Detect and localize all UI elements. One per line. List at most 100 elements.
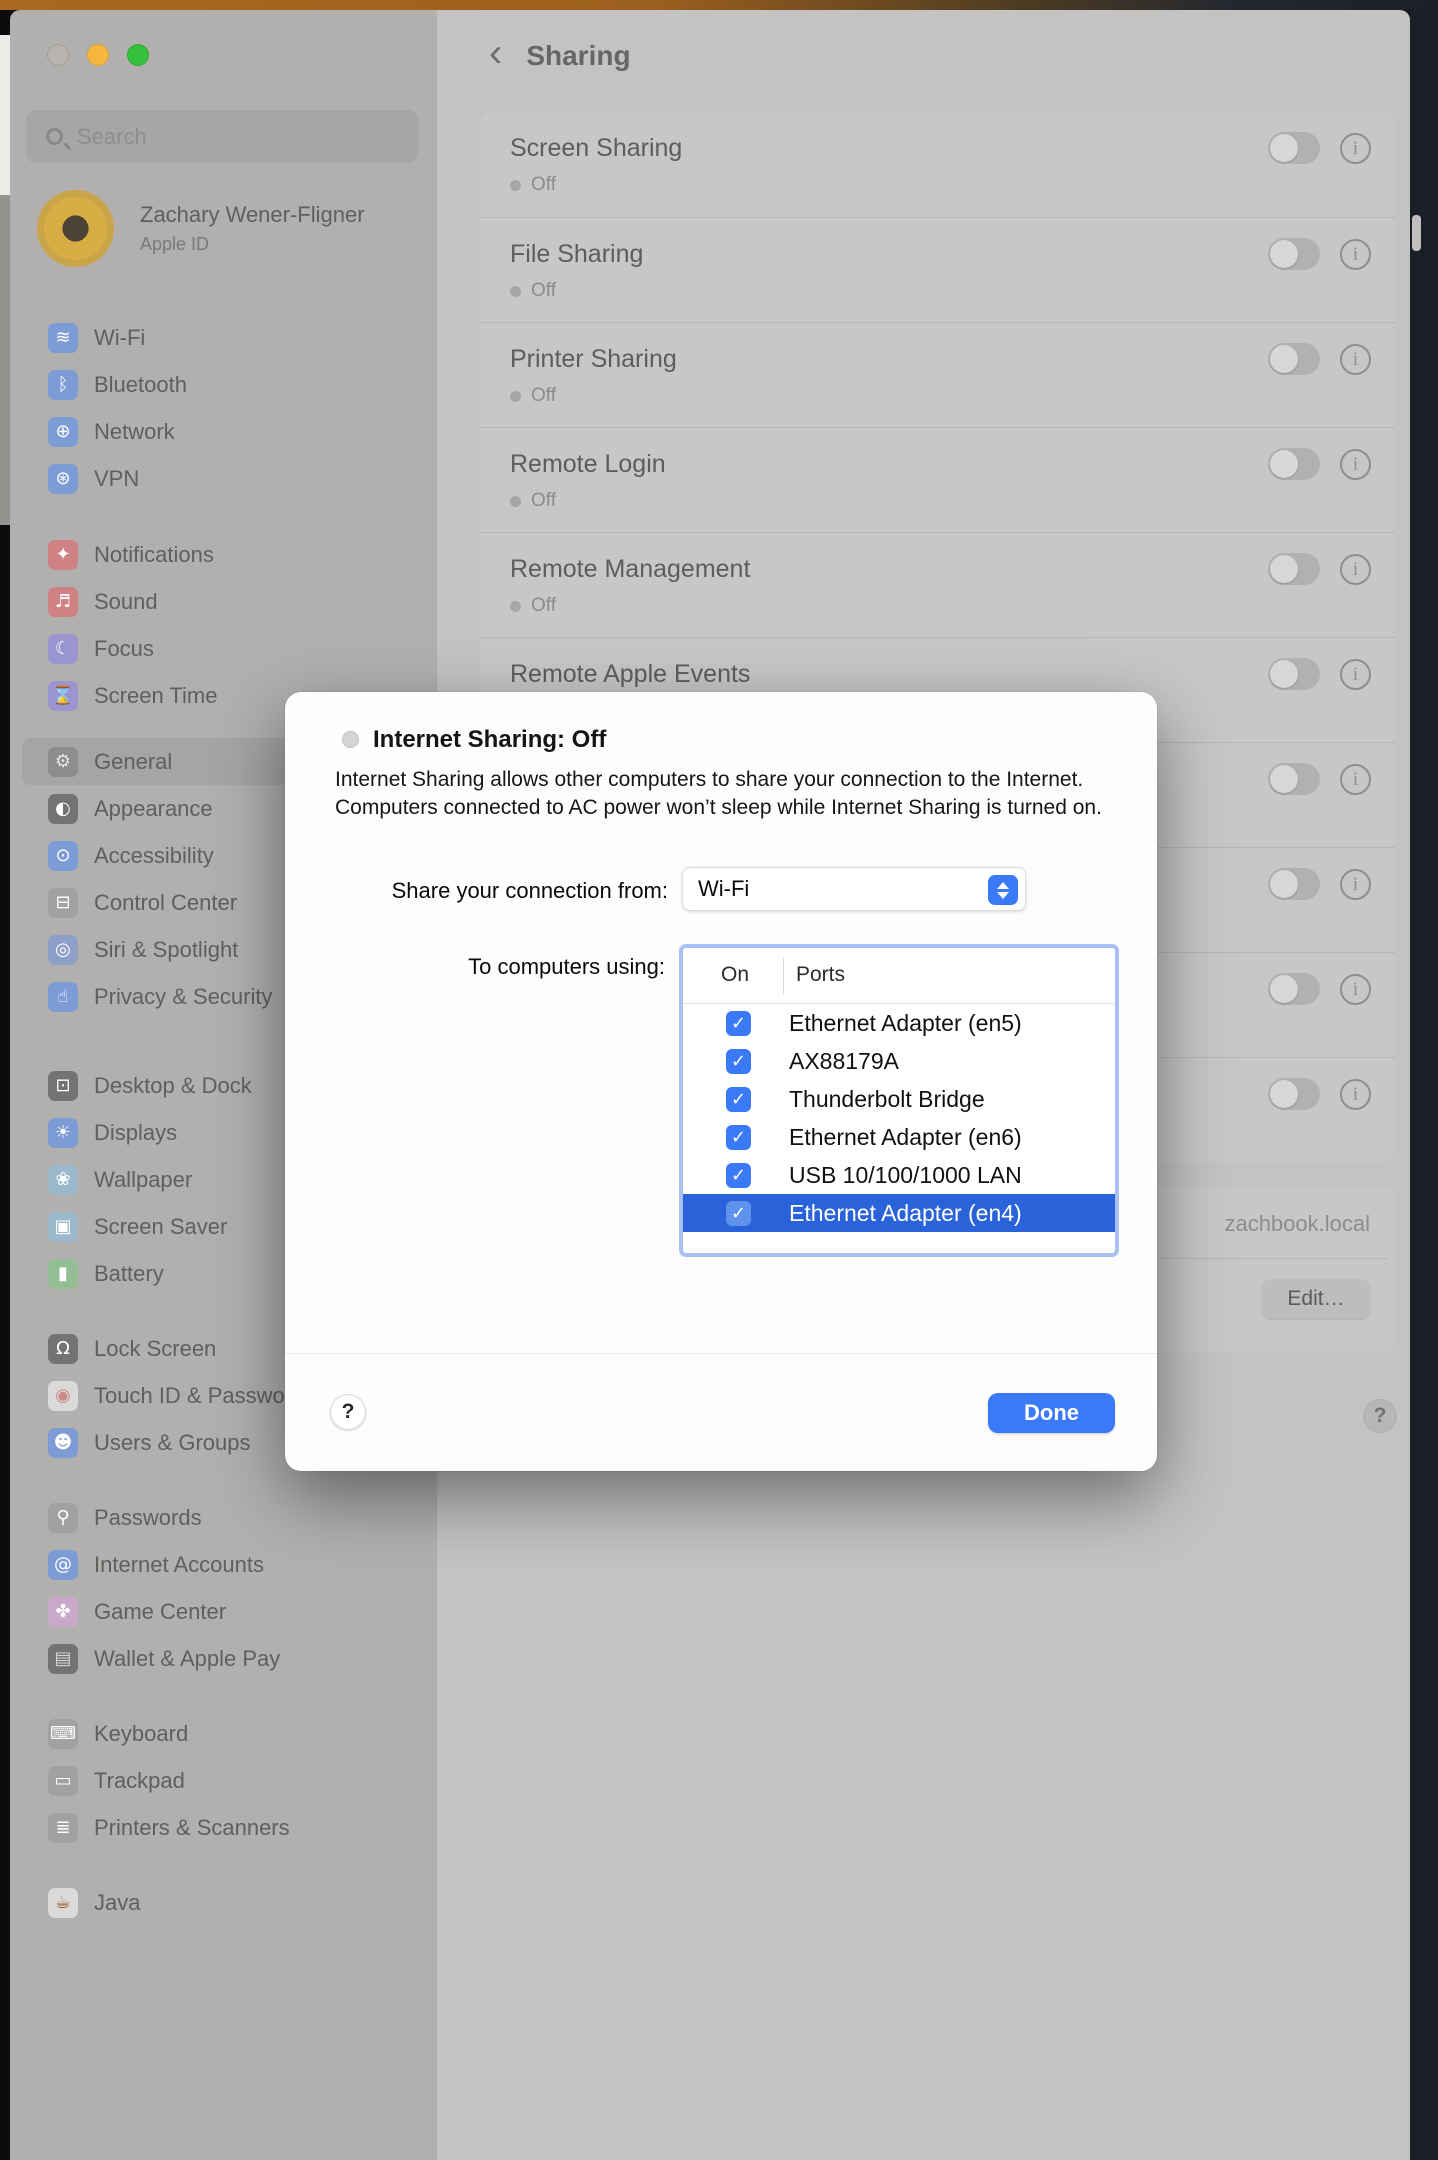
checkbox-checked-icon[interactable]: ✓	[726, 1125, 751, 1150]
search-input[interactable]: Search	[26, 110, 418, 163]
sidebar-item-java[interactable]: ☕ Java	[22, 1879, 425, 1926]
sidebar-item-bluetooth[interactable]: ᛒ Bluetooth	[22, 361, 425, 408]
info-icon[interactable]: i	[1340, 974, 1371, 1005]
profile-name: Zachary Wener-Fligner	[140, 202, 365, 228]
sidebar-item-label: Screen Saver	[94, 1214, 227, 1240]
toggle-knob	[1270, 975, 1298, 1003]
dialog-help-button[interactable]: ?	[330, 1394, 366, 1430]
done-button[interactable]: Done	[988, 1393, 1115, 1433]
sidebar-item-network[interactable]: ⊕ Network	[22, 408, 425, 455]
table-row-en6[interactable]: ✓ Ethernet Adapter (en6)	[683, 1118, 1115, 1156]
minimize-button[interactable]	[87, 44, 109, 66]
checkbox-checked-icon[interactable]: ✓	[726, 1049, 751, 1074]
desktop-left-edge	[0, 10, 10, 2160]
toggle-knob	[1270, 240, 1298, 268]
info-icon[interactable]: i	[1340, 133, 1371, 164]
sidebar-item-focus[interactable]: ☾ Focus	[22, 625, 425, 672]
sidebar-item-wifi[interactable]: ≋ Wi-Fi	[22, 314, 425, 361]
checkbox-checked-icon[interactable]: ✓	[726, 1011, 751, 1036]
sidebar-item-label: Privacy & Security	[94, 984, 273, 1010]
sidebar-item-notifications[interactable]: ✦ Notifications	[22, 531, 425, 578]
info-icon[interactable]: i	[1340, 869, 1371, 900]
info-icon[interactable]: i	[1340, 449, 1371, 480]
row-printer-sharing: Printer Sharing Off i	[480, 322, 1395, 427]
sidebar-item-internet-accounts[interactable]: @ Internet Accounts	[22, 1541, 425, 1588]
edit-hostname-button[interactable]: Edit…	[1262, 1279, 1370, 1319]
moon-icon: ☾	[48, 634, 78, 664]
screen-saver-icon: ▣	[48, 1212, 78, 1242]
info-icon[interactable]: i	[1340, 659, 1371, 690]
printer-icon: ≣	[48, 1813, 78, 1843]
background-window-fragment	[0, 195, 10, 525]
toggle-switch[interactable]	[1268, 238, 1320, 270]
fingerprint-icon: ◉	[48, 1381, 78, 1411]
table-row-thunderbolt-bridge[interactable]: ✓ Thunderbolt Bridge	[683, 1080, 1115, 1118]
table-row-en4-selected[interactable]: ✓ Ethernet Adapter (en4)	[683, 1194, 1115, 1232]
share-from-dropdown[interactable]: Wi-Fi	[682, 867, 1026, 911]
users-icon: ☻	[48, 1428, 78, 1458]
help-button[interactable]: ?	[1363, 1399, 1397, 1433]
trackpad-icon: ▭	[48, 1766, 78, 1796]
desktop-wallpaper-strip	[0, 0, 1438, 10]
apple-id-profile[interactable]: Zachary Wener-Fligner Apple ID	[37, 190, 417, 268]
sidebar-item-label: Passwords	[94, 1505, 202, 1531]
toggle-switch[interactable]	[1268, 868, 1320, 900]
keyboard-icon: ⌨	[48, 1719, 78, 1749]
hourglass-icon: ⌛	[48, 681, 78, 711]
gear-icon: ⚙	[48, 747, 78, 777]
sidebar-item-wallet[interactable]: ▤ Wallet & Apple Pay	[22, 1635, 425, 1682]
info-icon[interactable]: i	[1340, 554, 1371, 585]
status-text: Off	[531, 595, 556, 617]
toggle-knob	[1270, 555, 1298, 583]
info-icon[interactable]: i	[1340, 1079, 1371, 1110]
toggle-switch[interactable]	[1268, 1078, 1320, 1110]
sidebar-item-label: Battery	[94, 1261, 164, 1287]
toggle-switch[interactable]	[1268, 132, 1320, 164]
table-row-ax88179a[interactable]: ✓ AX88179A	[683, 1042, 1115, 1080]
zoom-button[interactable]	[127, 44, 149, 66]
sidebar-item-printers-scanners[interactable]: ≣ Printers & Scanners	[22, 1804, 425, 1851]
wifi-icon: ≋	[48, 323, 78, 353]
toggle-switch[interactable]	[1268, 343, 1320, 375]
checkbox-checked-icon[interactable]: ✓	[726, 1163, 751, 1188]
back-chevron-icon[interactable]: ‹	[489, 33, 502, 73]
sidebar-item-label: Desktop & Dock	[94, 1073, 252, 1099]
info-icon[interactable]: i	[1340, 344, 1371, 375]
sidebar-item-game-center[interactable]: ✤ Game Center	[22, 1588, 425, 1635]
sidebar-item-label: Wallpaper	[94, 1167, 192, 1193]
sidebar-item-label: Sound	[94, 589, 158, 615]
toggle-switch[interactable]	[1268, 763, 1320, 795]
toggle-switch[interactable]	[1268, 658, 1320, 690]
sidebar-item-label: Game Center	[94, 1599, 226, 1625]
toggle-switch[interactable]	[1268, 448, 1320, 480]
dialog-description: Internet Sharing allows other computers …	[335, 766, 1120, 822]
info-icon[interactable]: i	[1340, 239, 1371, 270]
status-text: Off	[531, 385, 556, 407]
toggle-switch[interactable]	[1268, 973, 1320, 1005]
sidebar-item-sound[interactable]: ♬ Sound	[22, 578, 425, 625]
sidebar-item-label: Network	[94, 419, 175, 445]
row-status: Off	[510, 490, 556, 512]
sidebar-item-passwords[interactable]: ⚲ Passwords	[22, 1494, 425, 1541]
sidebar-item-label: Printers & Scanners	[94, 1815, 290, 1841]
sidebar-item-keyboard[interactable]: ⌨ Keyboard	[22, 1710, 425, 1757]
sidebar-item-vpn[interactable]: ⊛ VPN	[22, 455, 425, 502]
info-icon[interactable]: i	[1340, 764, 1371, 795]
sidebar-item-label: VPN	[94, 466, 139, 492]
status-dot-icon	[510, 496, 521, 507]
game-center-icon: ✤	[48, 1597, 78, 1627]
table-row-en5[interactable]: ✓ Ethernet Adapter (en5)	[683, 1004, 1115, 1042]
flower-icon: ❀	[48, 1165, 78, 1195]
row-screen-sharing: Screen Sharing Off i	[480, 112, 1395, 217]
row-remote-login: Remote Login Off i	[480, 427, 1395, 532]
sidebar-item-trackpad[interactable]: ▭ Trackpad	[22, 1757, 425, 1804]
table-row-usb-lan[interactable]: ✓ USB 10/100/1000 LAN	[683, 1156, 1115, 1194]
sidebar-item-label: Notifications	[94, 542, 214, 568]
battery-icon: ▮	[48, 1259, 78, 1289]
checkbox-checked-icon[interactable]: ✓	[726, 1087, 751, 1112]
checkbox-checked-icon[interactable]: ✓	[726, 1201, 751, 1226]
close-button[interactable]	[47, 44, 69, 66]
toggle-switch[interactable]	[1268, 553, 1320, 585]
avatar	[37, 190, 114, 267]
sidebar-item-label: Bluetooth	[94, 372, 187, 398]
